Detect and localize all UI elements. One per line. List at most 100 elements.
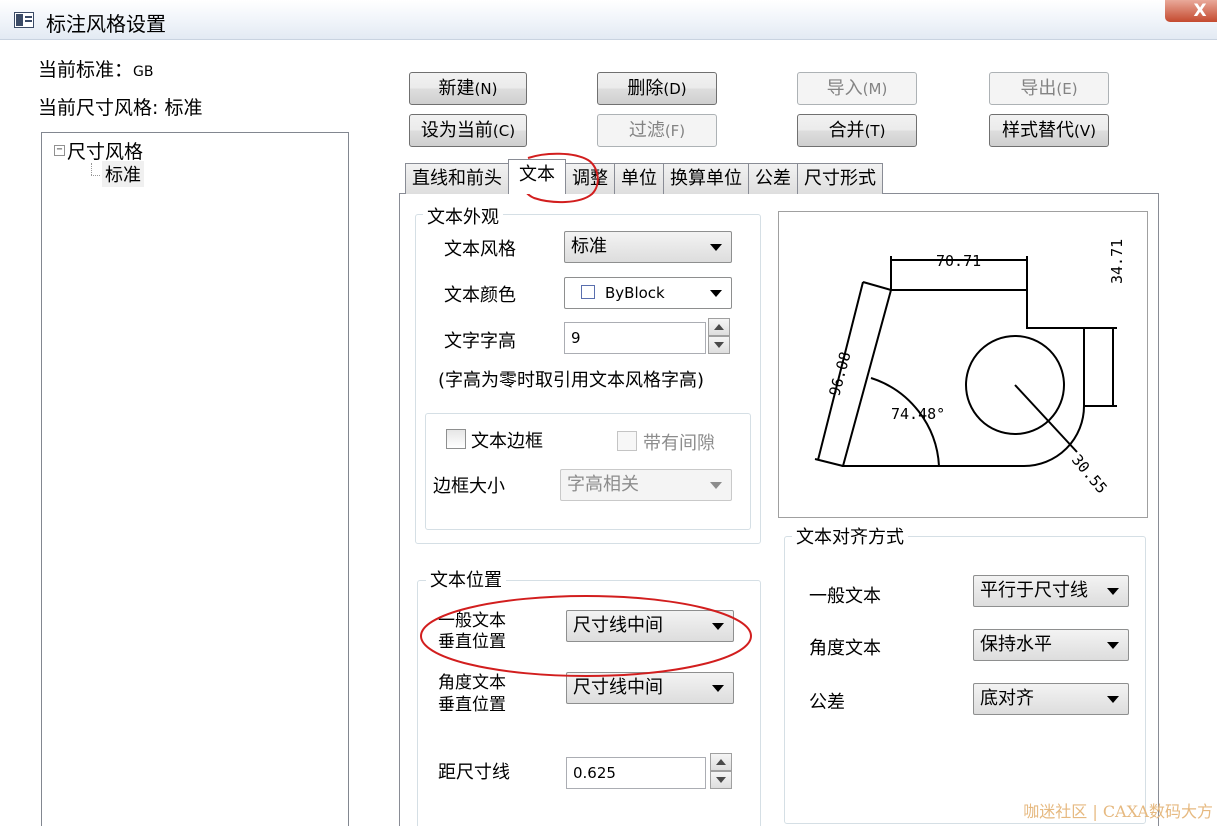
- text-frame-label: 文本边框: [471, 431, 543, 452]
- style-override-button[interactable]: 样式替代(V): [989, 114, 1109, 147]
- new-button-label: 新建: [438, 78, 475, 99]
- text-style-select[interactable]: 标准: [564, 231, 732, 263]
- tab-text[interactable]: 文本: [508, 159, 566, 194]
- new-button[interactable]: 新建(N): [409, 72, 527, 105]
- tree-root-item[interactable]: − 尺寸风格: [54, 137, 143, 164]
- collapse-icon[interactable]: −: [54, 145, 65, 156]
- gap-checkbox[interactable]: [617, 431, 637, 451]
- gap-label: 带有间隙: [643, 433, 715, 454]
- general-vertical-select[interactable]: 尺寸线中间: [566, 610, 734, 642]
- dim-label-slant: 96.08: [825, 350, 854, 398]
- align-angle-value: 保持水平: [980, 634, 1052, 655]
- tab-adjust[interactable]: 调整: [565, 163, 615, 194]
- import-button-accel: (M): [862, 80, 888, 98]
- dim-label-top: 70.71: [936, 252, 981, 270]
- text-align-title: 文本对齐方式: [792, 523, 908, 549]
- tab-dimension-form[interactable]: 尺寸形式: [797, 163, 883, 194]
- align-general-select[interactable]: 平行于尺寸线: [973, 575, 1129, 607]
- text-position-title: 文本位置: [426, 566, 506, 592]
- set-current-button-accel: (C): [492, 122, 516, 140]
- watermark: 咖迷社区 | CAXA数码大方: [1023, 802, 1213, 821]
- current-standard: 当前标准：GB: [38, 55, 153, 82]
- app-icon: [14, 12, 34, 28]
- spin-up-icon[interactable]: [708, 318, 730, 336]
- text-frame-checkbox[interactable]: [446, 429, 466, 449]
- tree-item-standard[interactable]: 标准: [102, 161, 144, 187]
- text-color-select[interactable]: ByBlock: [564, 277, 732, 309]
- dim-label-right: 34.71: [1108, 239, 1126, 284]
- tree-root-label: 尺寸风格: [67, 141, 144, 163]
- align-angle-select[interactable]: 保持水平: [973, 629, 1129, 661]
- current-style-label: 当前尺寸风格:: [38, 97, 165, 119]
- style-override-button-accel: (V): [1074, 122, 1096, 140]
- color-swatch-icon: [581, 285, 595, 299]
- title-bar: 标注风格设置 X: [0, 0, 1217, 40]
- import-button[interactable]: 导入(M): [797, 72, 917, 105]
- align-general-value: 平行于尺寸线: [980, 580, 1088, 601]
- set-current-button-label: 设为当前: [420, 120, 493, 141]
- frame-size-select[interactable]: 字高相关: [560, 469, 732, 501]
- style-override-button-label: 样式替代: [1002, 120, 1075, 141]
- dim-label-radius: 30.55: [1068, 451, 1111, 497]
- current-style-value: 标准: [164, 97, 203, 119]
- text-style-value: 标准: [571, 236, 607, 257]
- new-button-accel: (N): [474, 80, 498, 98]
- spin-down-icon[interactable]: [708, 336, 730, 354]
- current-standard-value: GB: [133, 64, 154, 80]
- tab-tolerance[interactable]: 公差: [748, 163, 798, 194]
- spin-down-icon[interactable]: [710, 771, 732, 789]
- import-button-label: 导入: [826, 78, 863, 99]
- style-tree[interactable]: − 尺寸风格 标准: [41, 132, 349, 826]
- align-angle-label: 角度文本: [809, 638, 881, 659]
- chevron-down-icon: [1107, 642, 1119, 649]
- set-current-button[interactable]: 设为当前(C): [409, 114, 527, 147]
- delete-button-accel: (D): [663, 80, 687, 98]
- delete-button[interactable]: 删除(D): [597, 72, 717, 105]
- export-button[interactable]: 导出(E): [989, 72, 1109, 105]
- chevron-down-icon: [1107, 588, 1119, 595]
- current-standard-label: 当前标准：: [38, 59, 134, 81]
- delete-button-label: 删除: [627, 78, 664, 99]
- current-style: 当前尺寸风格: 标准: [38, 93, 202, 120]
- preview-drawing: 70.71 34.71 96.08 74.48° 30.55: [814, 239, 1126, 497]
- offset-input[interactable]: 0.625: [566, 757, 706, 789]
- chevron-down-icon: [712, 685, 724, 692]
- tab-units[interactable]: 单位: [614, 163, 664, 194]
- merge-button-label: 合并: [828, 120, 865, 141]
- align-tolerance-value: 底对齐: [980, 688, 1034, 709]
- close-button[interactable]: X: [1165, 0, 1217, 22]
- text-height-stepper[interactable]: [708, 318, 730, 354]
- frame-size-label: 边框大小: [433, 476, 505, 497]
- tab-alt-units[interactable]: 换算单位: [663, 163, 749, 194]
- text-appearance-title: 文本外观: [423, 203, 503, 229]
- tree-connector: [91, 163, 92, 175]
- angle-vertical-value: 尺寸线中间: [573, 677, 663, 698]
- text-height-input[interactable]: 9: [564, 322, 706, 354]
- general-vertical-value: 尺寸线中间: [573, 615, 663, 636]
- export-button-accel: (E): [1056, 80, 1078, 98]
- text-color-value: ByBlock: [605, 284, 665, 302]
- tree-connector: [91, 175, 100, 176]
- align-tolerance-label: 公差: [809, 692, 845, 713]
- align-tolerance-select[interactable]: 底对齐: [973, 683, 1129, 715]
- frame-size-value: 字高相关: [567, 474, 639, 495]
- chevron-down-icon: [710, 244, 722, 251]
- spin-up-icon[interactable]: [710, 753, 732, 771]
- filter-button-accel: (F): [664, 122, 686, 140]
- text-color-label: 文本颜色: [444, 285, 516, 306]
- angle-vertical-select[interactable]: 尺寸线中间: [566, 672, 734, 704]
- export-button-label: 导出: [1020, 78, 1057, 99]
- filter-button[interactable]: 过滤(F): [597, 114, 717, 147]
- chevron-down-icon: [710, 482, 722, 489]
- angle-vertical-label-2: 垂直位置: [438, 695, 506, 715]
- tab-lines-arrows[interactable]: 直线和前头: [405, 163, 509, 194]
- offset-stepper[interactable]: [710, 753, 732, 789]
- tab-strip: 直线和前头 文本 调整 单位 换算单位 公差 尺寸形式: [405, 159, 883, 194]
- dimension-preview: 70.71 34.71 96.08 74.48° 30.55: [778, 211, 1148, 518]
- chevron-down-icon: [710, 290, 722, 297]
- offset-label: 距尺寸线: [438, 762, 510, 783]
- merge-button-accel: (T): [864, 122, 886, 140]
- merge-button[interactable]: 合并(T): [797, 114, 917, 147]
- text-height-label: 文字字高: [444, 331, 516, 352]
- chevron-down-icon: [712, 623, 724, 630]
